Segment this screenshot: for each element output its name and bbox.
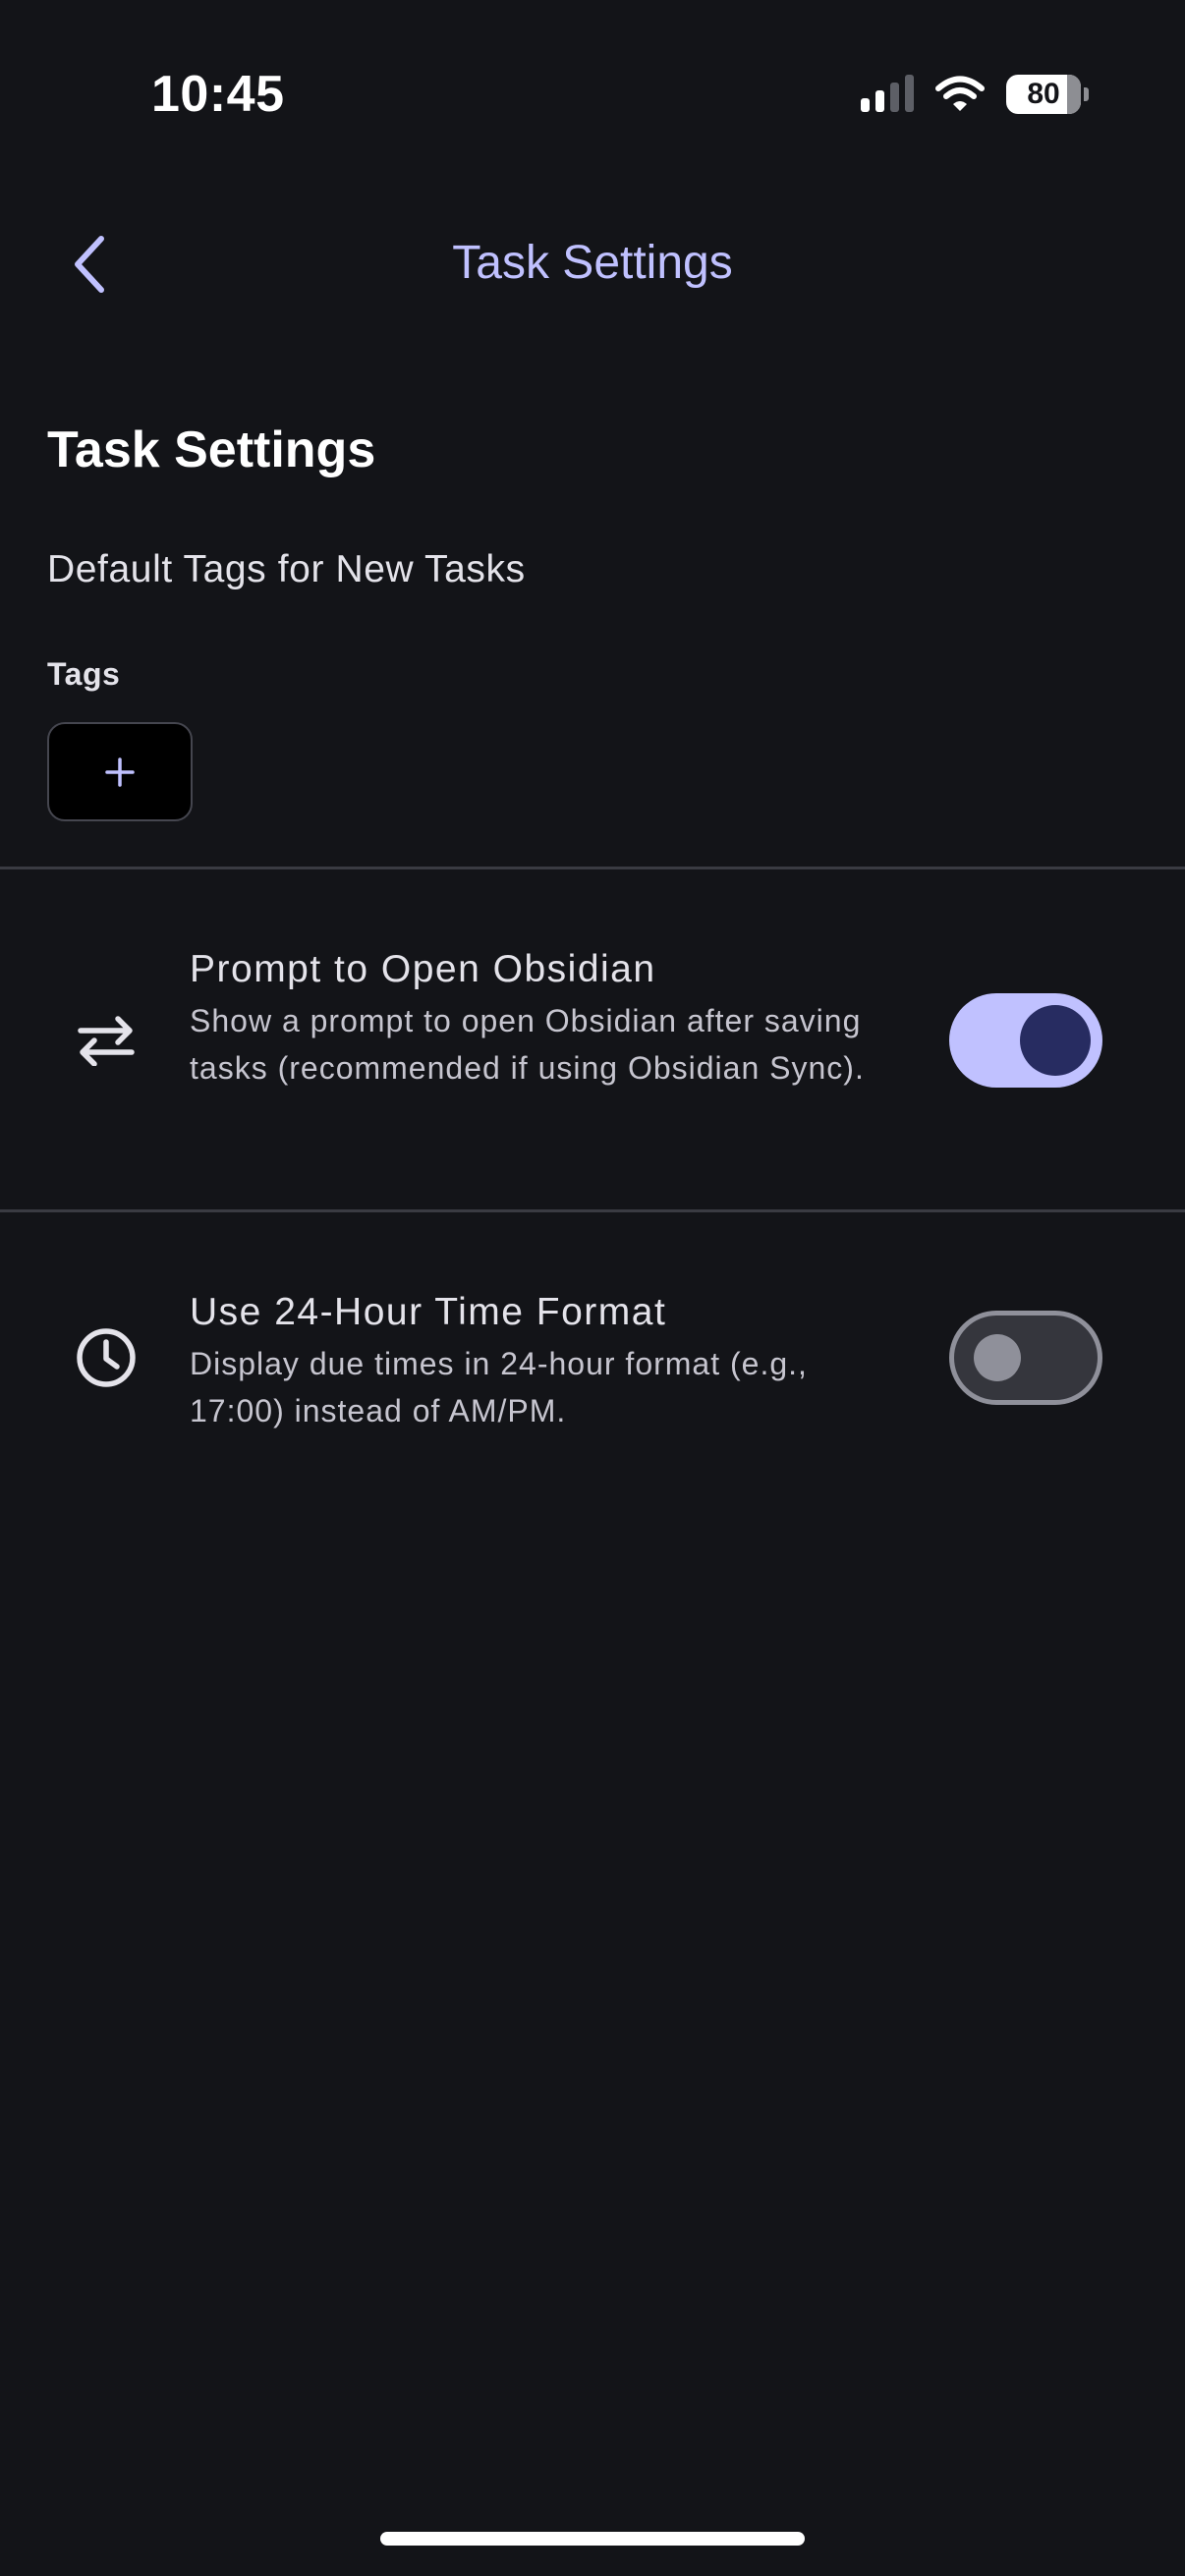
setting-description: Display due times in 24-hour format (e.g… [190,1346,808,1428]
status-bar: 10:45 80 [0,0,1185,196]
nav-title: Task Settings [452,237,733,289]
default-tags-heading: Default Tags for New Tasks [47,548,526,590]
tags-label: Tags [47,656,121,692]
setting-text: Use 24-Hour Time Format Display due time… [190,1291,897,1434]
page-title: Task Settings [47,421,376,478]
plus-icon [105,756,135,787]
battery-icon: 80 [1006,75,1089,114]
setting-prompt-open-obsidian: Prompt to Open Obsidian Show a prompt to… [0,869,1185,1209]
nav-header: Task Settings [0,206,1185,324]
status-icons: 80 [861,73,1089,116]
status-time: 10:45 [151,66,285,123]
setting-text: Prompt to Open Obsidian Show a prompt to… [190,948,897,1092]
setting-description: Show a prompt to open Obsidian after sav… [190,1003,865,1086]
setting-24-hour-time: Use 24-Hour Time Format Display due time… [0,1212,1185,1448]
battery-level: 80 [1027,78,1060,110]
setting-title: Use 24-Hour Time Format [190,1291,667,1333]
toggle-knob [1020,1005,1091,1076]
wifi-icon [935,76,985,111]
toggle-knob [974,1334,1021,1381]
add-tag-button[interactable] [47,722,193,821]
setting-title: Prompt to Open Obsidian [190,948,656,990]
swap-arrows-icon [69,1003,143,1078]
prompt-obsidian-toggle[interactable] [949,993,1102,1088]
home-indicator [380,2532,805,2546]
clock-icon [69,1320,143,1395]
signal-icon [861,75,914,112]
24-hour-toggle[interactable] [949,1311,1102,1405]
